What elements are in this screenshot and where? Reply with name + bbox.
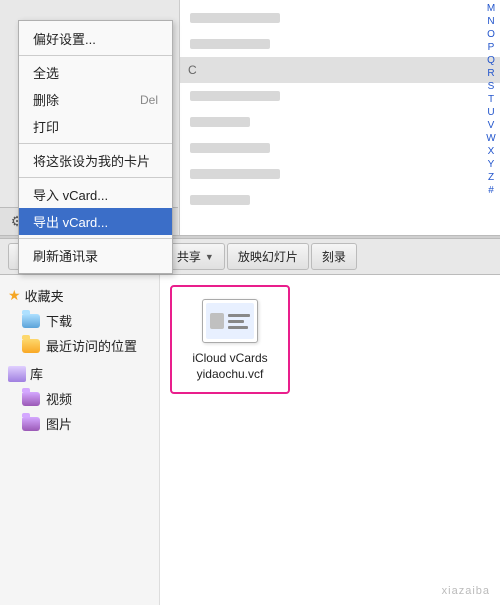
menu-separator-2 [19,143,172,144]
alpha-V[interactable]: V [488,119,495,132]
contact-row-2 [180,31,500,57]
watermark: xiazaiba [442,585,490,597]
share-button[interactable]: 共享 ▼ [166,243,225,270]
favorites-star-icon: ★ [8,287,21,304]
nav-item-recent[interactable]: 最近访问的位置 [0,333,159,358]
pictures-folder-icon [22,417,40,431]
nav-pane: ★ 收藏夹 下载 最近访问的位置 库 视频 图片 [0,275,160,605]
downloads-folder-icon [22,314,40,328]
nav-item-downloads[interactable]: 下载 [0,308,159,333]
alpha-S[interactable]: S [488,80,495,93]
menu-item-select-all[interactable]: 全选 [19,59,172,86]
menu-separator-4 [19,238,172,239]
menu-item-print[interactable]: 打印 [19,113,172,140]
alpha-R[interactable]: R [487,67,494,80]
contact-rows: C [180,0,500,218]
favorites-section-header[interactable]: ★ 收藏夹 [0,283,159,308]
menu-item-set-my-card[interactable]: 将这张设为我的卡片 [19,147,172,174]
share-arrow: ▼ [205,252,214,262]
alphabet-sidebar: M N O P Q R S T U V W X Y Z # [482,0,500,235]
alpha-Z[interactable]: Z [488,171,494,184]
explorer-panel: 组织 ▼ 包含到库中 ▼ 共享 ▼ 放映幻灯片 刻录 ★ 收藏夹 [0,239,500,605]
contact-row-3 [180,83,500,109]
contact-row-5 [180,135,500,161]
library-icon [8,366,26,382]
contact-blur-3 [190,91,280,101]
contact-blur-6 [190,169,280,179]
contact-row-7 [180,187,500,213]
menu-item-delete[interactable]: 删除 Del [19,86,172,113]
vcard-line-3 [228,326,248,329]
vcard-inner [206,303,254,339]
menu-item-export-vcard[interactable]: 导出 vCard... [19,208,172,235]
contact-row-4 [180,109,500,135]
recent-folder-icon [22,339,40,353]
file-area: iCloud vCards yidaochu.vcf [160,275,500,605]
alpha-M[interactable]: M [487,2,495,15]
alpha-W[interactable]: W [486,132,495,145]
alpha-Q[interactable]: Q [487,54,495,67]
alpha-N[interactable]: N [487,15,494,28]
contact-row-6 [180,161,500,187]
burn-button[interactable]: 刻录 [311,243,357,270]
nav-item-pictures[interactable]: 图片 [0,411,159,436]
vcard-photo [210,313,224,329]
menu-item-refresh[interactable]: 刷新通讯录 [19,242,172,269]
nav-item-video[interactable]: 视频 [0,386,159,411]
contact-blur-5 [190,143,270,153]
alpha-O[interactable]: O [487,28,495,41]
video-folder-icon [22,392,40,406]
vcard-line-1 [228,314,250,317]
contacts-right: C M N O P Q R S [180,0,500,235]
explorer-content: ★ 收藏夹 下载 最近访问的位置 库 视频 图片 [0,275,500,605]
alpha-hash[interactable]: # [488,184,494,197]
menu-item-preferences[interactable]: 偏好设置... [19,25,172,52]
contacts-panel: 偏好设置... 全选 删除 Del 打印 将这张设为我的卡片 导入 vCard.… [0,0,500,235]
vcf-icon [200,297,260,345]
contact-blur-1 [190,13,280,23]
vcard-lines [228,314,250,329]
context-menu: 偏好设置... 全选 删除 Del 打印 将这张设为我的卡片 导入 vCard.… [18,20,173,274]
contact-row-1 [180,5,500,31]
contacts-list-area: 偏好设置... 全选 删除 Del 打印 将这张设为我的卡片 导入 vCard.… [0,0,180,235]
vcard-line-2 [228,320,244,323]
contact-blur-2 [190,39,270,49]
alpha-T[interactable]: T [488,93,494,106]
vcf-file-item[interactable]: iCloud vCards yidaochu.vcf [170,285,290,394]
file-name: iCloud vCards yidaochu.vcf [192,351,267,382]
alpha-X[interactable]: X [488,145,495,158]
library-section-header[interactable]: 库 [0,358,159,386]
alpha-P[interactable]: P [488,41,495,54]
vcard-graphic [202,299,258,343]
contact-blur-4 [190,117,250,127]
slideshow-button[interactable]: 放映幻灯片 [227,243,309,270]
section-header-c: C [180,57,500,83]
menu-separator-3 [19,177,172,178]
alpha-U[interactable]: U [487,106,494,119]
menu-item-import-vcard[interactable]: 导入 vCard... [19,181,172,208]
alpha-Y[interactable]: Y [488,158,495,171]
contact-blur-7 [190,195,250,205]
menu-separator-1 [19,55,172,56]
